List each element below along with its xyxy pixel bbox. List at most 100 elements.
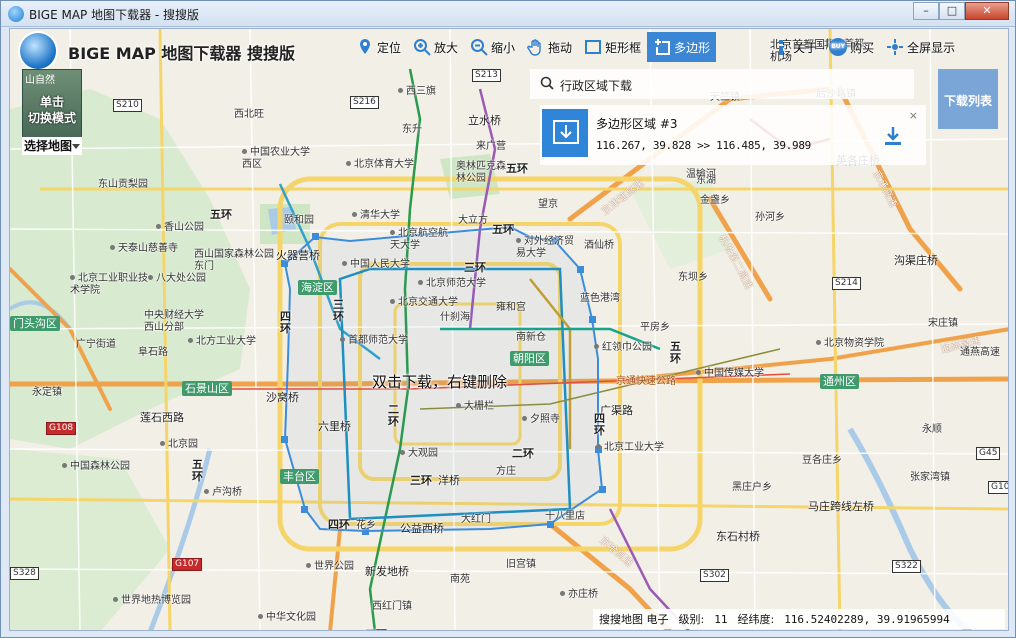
admin-region-download[interactable]: 行政区域下载 — [530, 69, 914, 99]
polygon-vertex[interactable] — [301, 506, 308, 513]
river-east — [847, 427, 972, 630]
switch-mode-line-2: 切换模式 — [27, 111, 76, 125]
zoom-out-label: 缩小 — [491, 40, 516, 55]
polygon-vertex[interactable] — [577, 266, 584, 273]
download-icon[interactable] — [882, 125, 904, 147]
main-toolbar: 定位 放大 缩小 拖动 矩形框 多边形 关于 BUY 购买 全屏显示 — [350, 32, 961, 62]
locate-label: 定位 — [377, 40, 402, 55]
app-window: BIGE MAP 地图下载器 - 搜搜版 – □ ✕ 门头沟区 石景山区 海淀区… — [0, 0, 1016, 638]
zoom-level-label: 级别: — [678, 613, 705, 626]
buy-icon: BUY — [829, 38, 848, 56]
route-shield: G107 — [172, 558, 203, 571]
switch-mode-label: 单击 切换模式 — [23, 94, 81, 126]
district-haidian: 海淀区 — [298, 280, 337, 295]
fullscreen-label: 全屏显示 — [907, 40, 956, 55]
locate-tool[interactable]: 定位 — [350, 32, 407, 62]
close-button[interactable]: ✕ — [965, 2, 1009, 20]
route-shield: S214 — [832, 277, 861, 290]
place-label: 夕照寺 — [522, 414, 560, 426]
window-controls: – □ ✕ — [913, 2, 1009, 20]
place-label: 西三旗 — [398, 86, 436, 98]
place-label: 中央财经大学 — [144, 310, 204, 321]
place-label: 公益西桥 — [400, 522, 444, 535]
pan-tool[interactable]: 拖动 — [521, 32, 578, 62]
place-label: 北方工业大学 — [188, 336, 256, 348]
polygon-vertex[interactable] — [589, 316, 596, 323]
about-tool[interactable]: 关于 — [766, 32, 823, 62]
polygon-vertex[interactable] — [281, 436, 288, 443]
place-label: 颐和园 — [284, 215, 314, 226]
place-label: 北京工业职业技术学院 — [70, 273, 148, 296]
zoom-in-tool[interactable]: 放大 — [407, 32, 464, 62]
route-shield: S328 — [10, 567, 39, 580]
ring-label: 五环 — [192, 458, 203, 483]
route-shield: G103 — [988, 481, 1008, 494]
place-label: 中国人民大学 — [342, 259, 410, 271]
district-mentougou: 门头沟区 — [10, 316, 60, 331]
place-label: 中国森林公园 — [62, 461, 130, 473]
ring-label: 二环 — [388, 403, 399, 428]
about-label: 关于 — [793, 40, 818, 55]
minimize-button[interactable]: – — [913, 2, 939, 20]
hand-icon — [527, 39, 541, 56]
ring-label: 三环 — [333, 298, 344, 323]
place-label: 沟渠庄桥 — [894, 254, 938, 267]
place-label: 东湖 — [696, 175, 716, 186]
place-label: 豆各庄乡 — [802, 455, 842, 466]
title-bar[interactable]: BIGE MAP 地图下载器 - 搜搜版 – □ ✕ — [1, 1, 1015, 27]
place-label: 沙窝桥 — [266, 391, 299, 404]
place-label: 大立方 — [458, 215, 488, 226]
zoom-out-tool[interactable]: 缩小 — [464, 32, 521, 62]
ring-label: 五环 — [210, 208, 232, 221]
download-list-label: 下载列表 — [943, 94, 992, 108]
route-shield: G45 — [976, 447, 1001, 460]
select-map-label: 选择地图 — [24, 139, 73, 153]
place-label: 北京师范大学 — [418, 278, 486, 290]
place-label: 对外经济贸易大学 — [516, 236, 574, 259]
region-coords: 116.267, 39.828 >> 116.485, 39.989 — [596, 139, 811, 152]
map-source: 搜搜地图 电子 — [599, 613, 669, 626]
map-canvas[interactable]: 门头沟区 石景山区 海淀区 丰台区 朝阳区 通州区 西三旗 立水桥 东升 来广营… — [9, 28, 1009, 631]
place-label: 中国农业大学西区 — [242, 147, 310, 170]
admin-region-label: 行政区域下载 — [560, 79, 633, 93]
place-label: 奥林匹克森林公园 — [456, 161, 506, 184]
fullscreen-tool[interactable]: 全屏显示 — [880, 32, 961, 62]
rectangle-tool[interactable]: 矩形框 — [578, 32, 647, 62]
polygon-vertex[interactable] — [599, 486, 606, 493]
place-label: 洋桥 — [438, 474, 460, 487]
place-label: 天泰山慈善寺 — [110, 243, 178, 255]
route-shield: S322 — [892, 560, 921, 573]
place-label: 首都师范大学 — [340, 335, 408, 347]
download-list-button[interactable]: 下载列表 — [938, 69, 998, 129]
ring-label: 五环 — [365, 629, 387, 631]
maximize-button[interactable]: □ — [939, 2, 965, 20]
place-label: 中华文化园 — [258, 612, 316, 624]
route-shield: S302 — [700, 569, 729, 582]
ring-label: 四环 — [280, 310, 291, 335]
place-label: 广宁街道 — [76, 339, 116, 350]
polygon-vertex[interactable] — [312, 233, 319, 240]
location-pin-icon — [360, 39, 370, 54]
select-map-dropdown[interactable]: 选择地图 — [22, 137, 82, 155]
zoom-out-icon — [471, 39, 488, 56]
map-hint-text: 双击下载，右键删除 — [372, 373, 508, 391]
place-label: 北京物资学院 — [816, 338, 884, 350]
place-label: 南新仓 — [516, 332, 546, 343]
place-label: 宋庄镇 — [928, 318, 958, 329]
place-label: 黑庄户乡 — [732, 482, 772, 493]
status-bar: 搜搜地图 电子 级别: 11 经纬度: 116.52402289, 39.919… — [593, 609, 1005, 629]
route-shield: S216 — [350, 96, 379, 109]
region-download-tile[interactable] — [542, 109, 588, 157]
pan-label: 拖动 — [548, 40, 573, 55]
district-shijingshan: 石景山区 — [182, 381, 232, 396]
buy-tool[interactable]: BUY 购买 — [823, 32, 880, 62]
south-expressway — [328, 527, 342, 630]
place-label: 蓝色港湾 — [580, 293, 620, 304]
remove-region-button[interactable]: × — [909, 109, 918, 122]
place-label: 世界地热博览园 — [113, 595, 191, 607]
region-list-item[interactable]: 多边形区域 #3 116.267, 39.828 >> 116.485, 39.… — [540, 105, 926, 165]
polygon-tool[interactable]: 多边形 — [647, 32, 717, 62]
place-label: 清华大学 — [352, 210, 400, 222]
place-label: 红领巾公园 — [594, 342, 652, 354]
place-label: 莲石西路 — [140, 411, 184, 424]
